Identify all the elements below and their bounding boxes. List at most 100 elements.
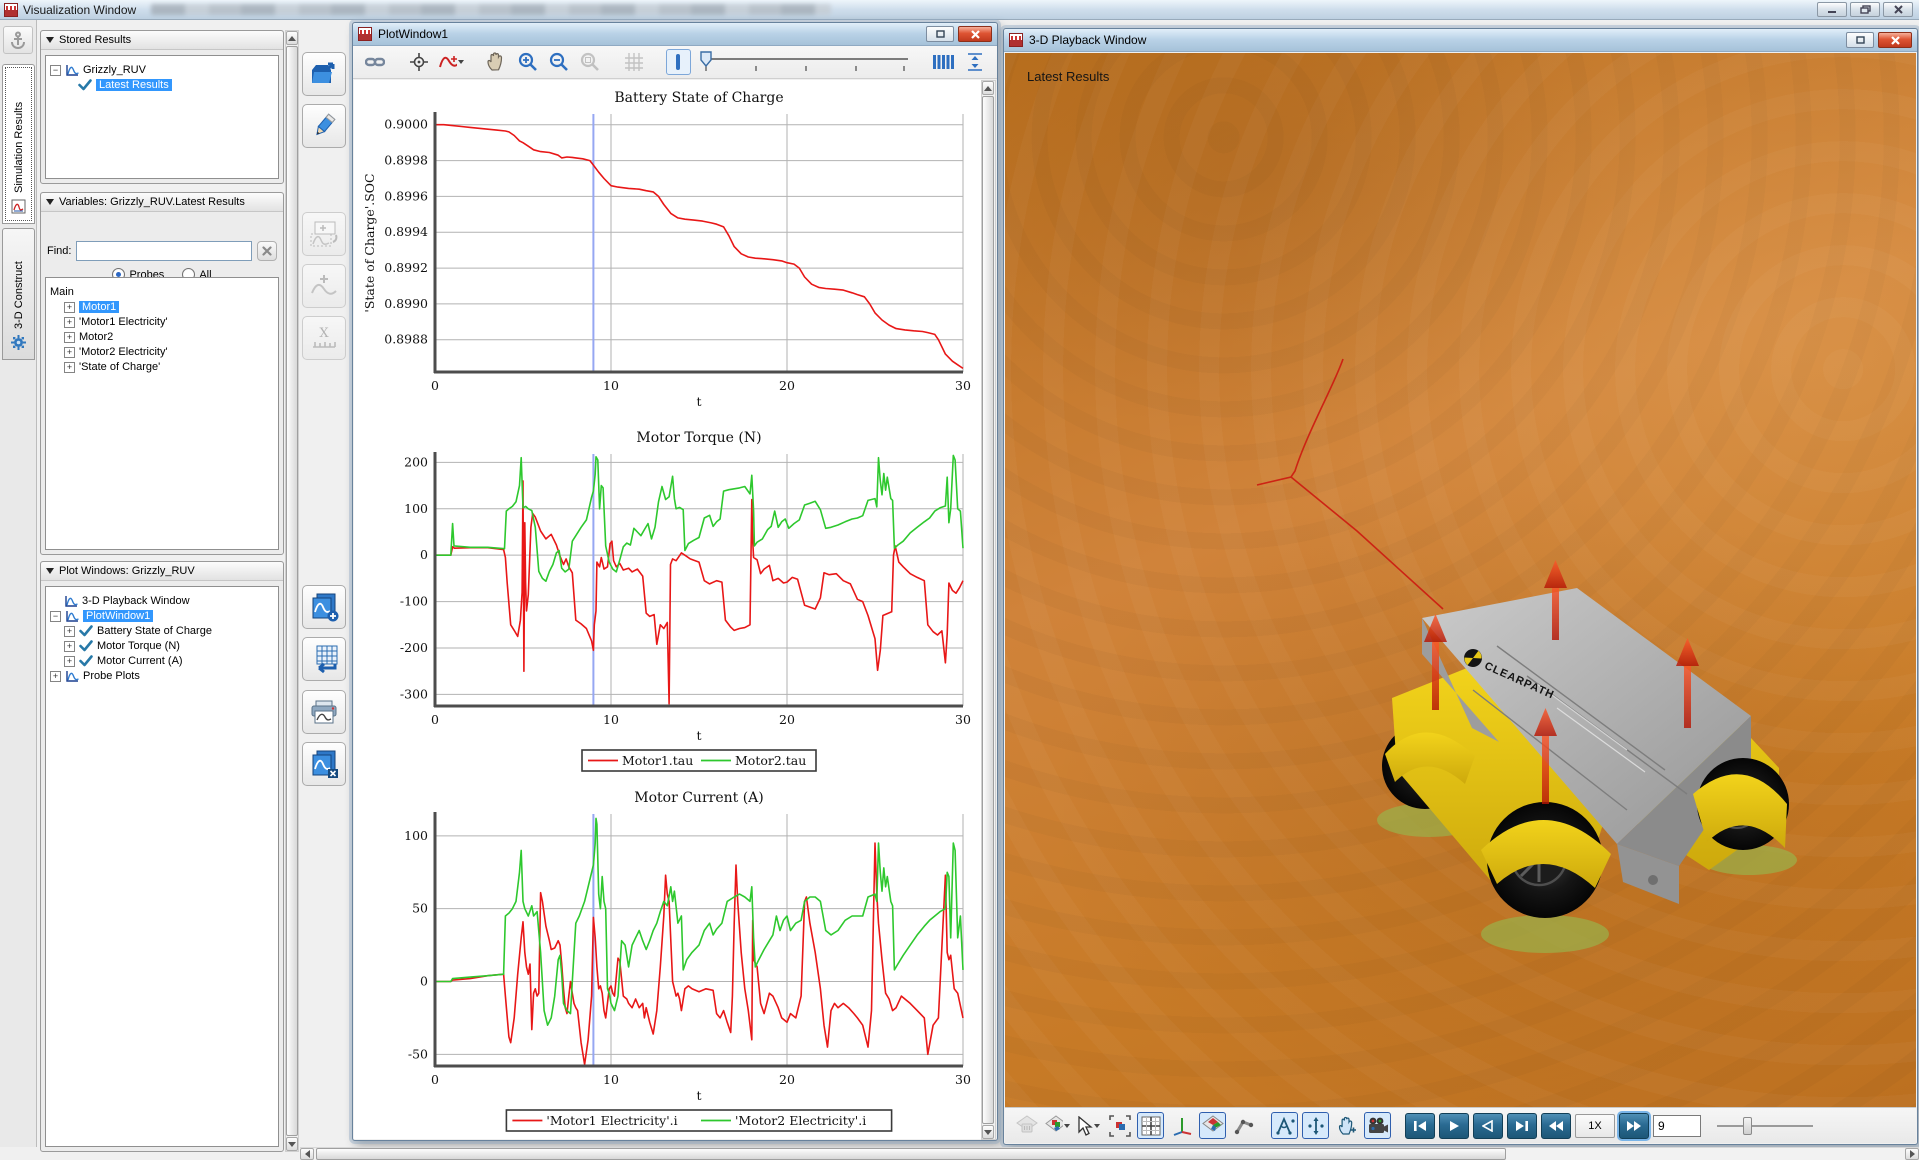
simulation-results-icon <box>11 199 26 217</box>
tab-3d-construct[interactable]: 3-D Construct <box>2 228 35 360</box>
plot-window-titlebar[interactable]: PlotWindow1 <box>353 23 997 46</box>
collapse-expander-icon[interactable]: − <box>50 65 61 76</box>
expand-icon[interactable]: + <box>64 302 75 313</box>
expand-icon[interactable]: + <box>64 641 75 652</box>
plot-scrollbar[interactable] <box>981 80 996 1140</box>
model-display-button[interactable] <box>1199 1112 1226 1139</box>
stored-results-header[interactable]: Stored Results <box>41 31 283 50</box>
collapse-expander-icon[interactable]: − <box>50 611 61 622</box>
tree-item-main[interactable]: Main <box>50 285 274 299</box>
scroll-left-button[interactable] <box>300 1148 314 1160</box>
minimize-button[interactable] <box>1817 2 1847 17</box>
skip-to-start-button[interactable] <box>1405 1113 1435 1139</box>
time-cursor-slider[interactable] <box>698 51 912 73</box>
playback-close-button[interactable] <box>1878 32 1912 48</box>
tree-item-motor1-electricity[interactable]: +'Motor1 Electricity' <box>64 315 274 329</box>
tree-item-plotwindow1[interactable]: − PlotWindow1 <box>50 609 274 623</box>
variables-header[interactable]: Variables: Grizzly_RUV.Latest Results <box>41 193 283 212</box>
linkage-tool-button[interactable] <box>1230 1112 1257 1139</box>
playback-time-field[interactable] <box>1653 1115 1701 1137</box>
slower-button[interactable] <box>1541 1113 1571 1139</box>
tree-item-state-of-charge[interactable]: +'State of Charge' <box>64 360 274 374</box>
up-arrow-icon <box>288 36 296 41</box>
expand-icon[interactable]: + <box>50 671 61 682</box>
tree-item-motor-current[interactable]: + Motor Current (A) <box>64 654 274 668</box>
translate-probe-button[interactable] <box>1302 1112 1329 1139</box>
tree-item-battery-soc[interactable]: + Battery State of Charge <box>64 624 274 638</box>
scroll-down-button[interactable] <box>982 1125 994 1139</box>
show-all-cursors-button[interactable] <box>931 49 955 75</box>
edit-plot-button[interactable] <box>302 104 346 148</box>
view-presets-button[interactable] <box>1044 1112 1071 1139</box>
model-export-button[interactable] <box>1013 1112 1040 1139</box>
plot-close-button[interactable] <box>958 26 992 42</box>
add-curve-menu-button[interactable] <box>438 49 464 75</box>
delete-plot-window-button[interactable] <box>302 742 346 786</box>
expand-icon[interactable]: + <box>64 656 75 667</box>
print-plot-button[interactable] <box>302 690 346 734</box>
sidebar-scrollbar[interactable] <box>285 30 299 1152</box>
add-curve-button[interactable] <box>302 264 346 308</box>
workspace-hscrollbar[interactable] <box>300 1147 1919 1160</box>
tree-item-motor-torque[interactable]: + Motor Torque (N) <box>64 639 274 653</box>
close-button[interactable] <box>1883 2 1913 17</box>
pan-button[interactable] <box>484 49 508 75</box>
plot-minimize-button[interactable] <box>926 26 954 42</box>
faster-button[interactable] <box>1619 1113 1649 1139</box>
find-input[interactable] <box>76 241 252 261</box>
tree-item-motor2-electricity[interactable]: +'Motor2 Electricity' <box>64 345 274 359</box>
camera-tracking-button[interactable] <box>1364 1112 1391 1139</box>
expand-icon[interactable]: + <box>64 626 75 637</box>
pan-hand-button[interactable] <box>1333 1112 1360 1139</box>
scrollbar-thumb[interactable] <box>982 96 994 1124</box>
scrollbar-thumb[interactable] <box>286 46 298 1136</box>
expand-icon[interactable]: + <box>64 317 75 328</box>
scroll-down-button[interactable] <box>286 1137 298 1151</box>
zoom-to-selection-button[interactable] <box>1106 1112 1133 1139</box>
3d-viewport[interactable]: Latest Results <box>1005 53 1916 1107</box>
cursor-toggle-button[interactable] <box>666 49 691 75</box>
slider-handle[interactable] <box>1743 1117 1752 1135</box>
export-results-button[interactable] <box>302 52 346 96</box>
scroll-up-button[interactable] <box>286 31 298 45</box>
skip-to-end-button[interactable] <box>1507 1113 1537 1139</box>
expand-icon[interactable]: + <box>64 347 75 358</box>
zoom-box-button[interactable] <box>578 49 602 75</box>
tree-item-3d-playback[interactable]: 3-D Playback Window <box>64 594 274 608</box>
angle-probe-button[interactable] <box>1271 1112 1298 1139</box>
zoom-in-button[interactable] <box>515 49 539 75</box>
export-to-table-button[interactable] <box>302 637 346 681</box>
tree-item-grizzly-ruv[interactable]: − Grizzly_RUV <box>50 63 274 77</box>
expand-icon[interactable]: + <box>64 332 75 343</box>
tree-item-probe-plots[interactable]: + Probe Plots <box>50 669 274 683</box>
clear-find-button[interactable] <box>257 241 277 261</box>
scroll-up-button[interactable] <box>982 81 994 95</box>
restore-button[interactable] <box>1850 2 1880 17</box>
move-probe-to-plot-button[interactable] <box>302 212 346 256</box>
playback-slider[interactable] <box>1717 1116 1813 1136</box>
variables-title: Variables: Grizzly_RUV.Latest Results <box>59 196 245 208</box>
pointer-tool-button[interactable] <box>1075 1112 1102 1139</box>
scrollbar-thumb[interactable] <box>316 1148 1506 1160</box>
axes-toggle-button[interactable] <box>1168 1112 1195 1139</box>
play-button[interactable] <box>1439 1113 1469 1139</box>
tree-item-motor2[interactable]: +Motor2 <box>64 330 274 344</box>
x-axis-settings-button[interactable]: X <box>302 316 346 360</box>
zoom-out-button[interactable] <box>547 49 571 75</box>
tree-item-motor1[interactable]: +Motor1 <box>64 300 274 314</box>
play-reverse-button[interactable] <box>1473 1113 1503 1139</box>
tree-item-latest-results[interactable]: Latest Results <box>78 78 274 92</box>
scroll-right-button[interactable] <box>1905 1148 1919 1160</box>
anchor-button[interactable] <box>3 26 33 54</box>
probe-cursor-button[interactable] <box>407 49 431 75</box>
link-axes-button[interactable] <box>363 49 387 75</box>
grid-toggle-button[interactable] <box>622 49 646 75</box>
playback-minimize-button[interactable] <box>1846 32 1874 48</box>
expand-icon[interactable]: + <box>64 362 75 373</box>
fit-vertical-button[interactable] <box>963 49 987 75</box>
new-plot-window-button[interactable] <box>302 585 346 629</box>
plot-windows-header[interactable]: Plot Windows: Grizzly_RUV <box>41 562 283 581</box>
playback-titlebar[interactable]: 3-D Playback Window <box>1004 29 1917 52</box>
grid-toggle-button[interactable] <box>1137 1112 1164 1139</box>
tab-simulation-results[interactable]: Simulation Results <box>2 64 35 224</box>
